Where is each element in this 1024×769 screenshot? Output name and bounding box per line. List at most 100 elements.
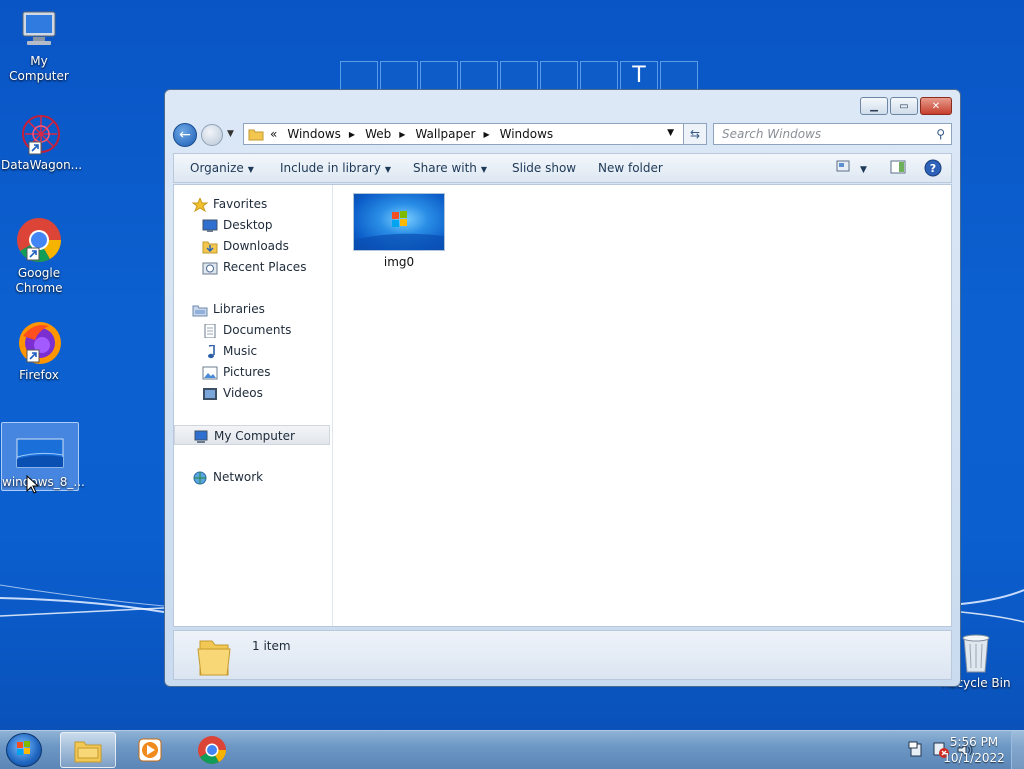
address-segment[interactable]: Wallpaper — [415, 127, 475, 141]
caption-buttons: ▁ ▭ ✕ — [858, 97, 952, 115]
image-file-icon — [16, 438, 64, 468]
share-with-label: Share with — [413, 161, 477, 175]
libraries-icon — [192, 305, 208, 316]
close-icon: ✕ — [931, 100, 941, 112]
chevron-down-icon: ▼ — [480, 165, 488, 174]
computer-icon — [22, 11, 56, 45]
help-button[interactable]: ? — [924, 159, 942, 180]
change-view-button[interactable] — [836, 160, 850, 175]
nav-downloads[interactable]: Downloads — [202, 236, 289, 256]
nav-videos[interactable]: Videos — [202, 383, 263, 403]
preview-pane-icon — [890, 160, 906, 174]
minimize-button[interactable]: ▁ — [860, 97, 888, 115]
desktop-icon-label: DataWagon... — [1, 158, 83, 172]
nav-documents[interactable]: Documents — [202, 320, 291, 340]
share-with-button[interactable]: Share with ▼ — [413, 161, 487, 175]
nav-libraries[interactable]: Libraries — [192, 299, 265, 319]
tile-letter: T — [620, 61, 658, 91]
downloads-folder-icon — [202, 241, 218, 253]
help-icon: ? — [924, 159, 942, 177]
organize-label: Organize — [190, 161, 244, 175]
content-area: Favorites Desktop Downloads Recent Place… — [173, 184, 952, 627]
address-segment[interactable]: Windows — [500, 127, 554, 141]
nav-label: Pictures — [223, 365, 271, 379]
chevron-right-icon[interactable]: ▶ — [349, 130, 355, 139]
refresh-button[interactable]: ⇆ — [683, 123, 707, 145]
address-bar[interactable]: « Windows ▶ Web ▶ Wallpaper ▶ Windows ▼ — [243, 123, 705, 145]
forward-button[interactable] — [201, 124, 223, 146]
pictures-icon — [202, 366, 218, 379]
windows-logo-icon — [17, 741, 30, 755]
nav-favorites[interactable]: Favorites — [192, 194, 267, 214]
nav-my-computer[interactable]: My Computer — [174, 425, 330, 445]
datawagon-icon — [22, 115, 60, 155]
nav-desktop[interactable]: Desktop — [202, 215, 273, 235]
nav-label: Downloads — [223, 239, 289, 253]
show-desktop-button[interactable] — [1011, 731, 1024, 769]
tile — [340, 61, 378, 91]
desktop-icon-firefox[interactable]: Firefox — [1, 318, 77, 383]
nav-music[interactable]: Music — [202, 341, 257, 361]
close-button[interactable]: ✕ — [920, 97, 952, 115]
mouse-cursor-icon — [26, 475, 40, 494]
start-button[interactable] — [6, 733, 42, 767]
folder-icon — [197, 640, 231, 676]
media-player-icon — [138, 738, 162, 762]
recent-places-icon — [202, 262, 218, 274]
address-dropdown-icon[interactable]: ▼ — [667, 128, 674, 138]
desktop-icon-label: Firefox — [19, 368, 59, 382]
address-segment[interactable]: Web — [365, 127, 391, 141]
refresh-icon: ⇆ — [689, 127, 701, 141]
taskbar-media-player-button[interactable] — [122, 732, 178, 768]
explorer-window[interactable]: ▁ ▭ ✕ ← ▼ « Windows ▶ Web ▶ Wallpaper ▶ … — [164, 89, 961, 687]
action-center-icon[interactable] — [908, 741, 926, 759]
clock[interactable]: 5:56 PM 10/1/2022 — [940, 734, 1008, 766]
command-bar: Organize ▼ Include in library ▼ Share with… — [173, 153, 952, 183]
taskbar-chrome-button[interactable] — [184, 732, 240, 768]
file-name: img0 — [383, 255, 415, 269]
star-icon — [192, 197, 208, 212]
file-item-img0[interactable]: img0 — [352, 193, 446, 269]
tile — [380, 61, 418, 91]
navigation-pane: Favorites Desktop Downloads Recent Place… — [174, 185, 333, 626]
maximize-button[interactable]: ▭ — [890, 97, 918, 115]
documents-icon — [204, 323, 216, 338]
recent-pages-dropdown[interactable]: ▼ — [227, 129, 234, 139]
navigation-bar: ← ▼ « Windows ▶ Web ▶ Wallpaper ▶ Window… — [173, 123, 952, 147]
svg-text:?: ? — [930, 162, 936, 175]
back-button[interactable]: ← — [173, 123, 197, 147]
nav-label: Favorites — [213, 197, 268, 211]
nav-label: Documents — [223, 323, 292, 337]
chevron-right-icon[interactable]: ▶ — [483, 130, 489, 139]
nav-network[interactable]: Network — [192, 467, 263, 487]
tile — [420, 61, 458, 91]
new-folder-button[interactable]: New folder — [598, 161, 663, 175]
address-segment[interactable]: Windows — [287, 127, 341, 141]
search-input[interactable]: Search Windows ⚲ — [713, 123, 952, 145]
organize-button[interactable]: Organize ▼ — [190, 161, 254, 175]
desktop-icon-datawagon[interactable]: DataWagon... — [1, 112, 83, 173]
taskbar-explorer-button[interactable] — [60, 732, 116, 768]
desktop-icon-my-computer[interactable]: My Computer — [1, 8, 77, 84]
nav-label: Network — [213, 470, 264, 484]
desktop-icon-google-chrome[interactable]: Google Chrome — [1, 216, 77, 296]
view-dropdown-button[interactable]: ▼ — [860, 161, 867, 175]
chevron-right-icon[interactable]: ▶ — [399, 130, 405, 139]
music-icon — [208, 344, 215, 358]
preview-pane-button[interactable] — [890, 160, 906, 177]
nav-label: Libraries — [213, 302, 265, 316]
minimize-icon: ▁ — [870, 100, 878, 112]
nav-pictures[interactable]: Pictures — [202, 362, 271, 382]
slide-show-button[interactable]: Slide show — [512, 161, 576, 175]
desktop-icon-label: windows_8_... — [2, 475, 85, 489]
address-overflow[interactable]: « — [270, 127, 277, 141]
tile — [500, 61, 538, 91]
include-in-library-button[interactable]: Include in library ▼ — [280, 161, 391, 175]
nav-recent-places[interactable]: Recent Places — [202, 257, 306, 277]
search-icon[interactable]: ⚲ — [936, 124, 945, 144]
desktop-icon-windows-8[interactable]: windows_8_... — [1, 422, 85, 491]
nav-label: Recent Places — [223, 260, 307, 274]
chevron-down-icon: ▼ — [247, 165, 254, 174]
taskbar: 5:56 PM 10/1/2022 — [0, 730, 1024, 769]
folder-icon — [248, 129, 264, 141]
